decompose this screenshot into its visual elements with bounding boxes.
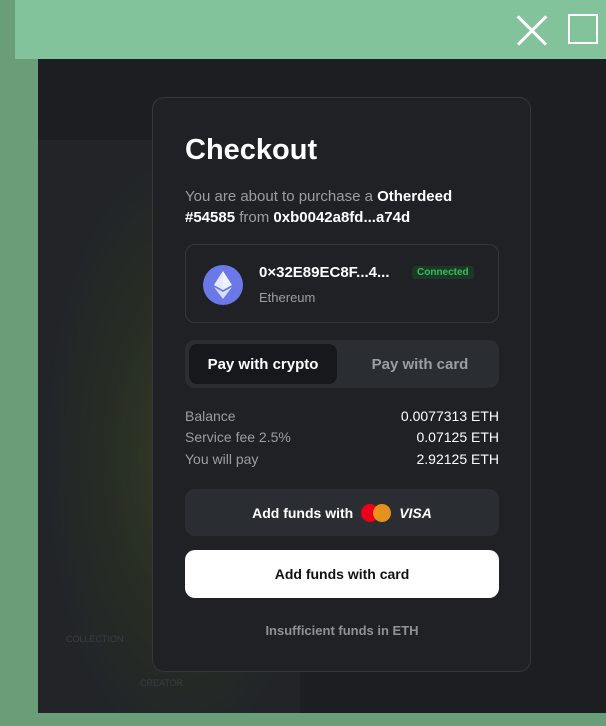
desc-from: from [235,209,274,226]
visa-icon: VISA [399,504,432,521]
summary-value: 2.92125 ETH [416,451,500,467]
summary-value: 0.07125 ETH [416,429,500,445]
insufficient-funds-note: Insufficient funds in ETH [265,623,419,638]
payment-method-toggle: Pay with crypto Pay with card [185,340,499,388]
summary-label: Service fee 2.5% [185,429,291,445]
tab-pay-with-card[interactable]: Pay with card [345,344,495,384]
window-titlebar [15,0,606,59]
summary-value: 0.0077313 ETH [400,408,499,424]
desc-prefix: You are about to purchase a [185,188,378,205]
summary-label: Balance [185,408,236,424]
purchase-description: You are about to purchase a Otherdeed #5… [185,186,485,228]
close-icon[interactable] [515,13,549,47]
background-label: CREATOR [140,678,184,688]
background-label: COLLECTION [66,634,124,644]
summary-label: You will pay [185,451,259,467]
maximize-icon[interactable] [568,14,598,44]
summary-row-balance: Balance 0.0077313 ETH [185,408,499,424]
ethereum-icon [203,265,243,305]
checkout-title: Checkout [185,134,318,166]
summary-row-service-fee: Service fee 2.5% 0.07125 ETH [185,429,499,445]
wallet-card[interactable]: 0×32E89EC8F...4... Connected Ethereum [185,244,499,323]
checkout-modal: Checkout You are about to purchase a Oth… [152,97,531,672]
seller-address: 0xb0042a8fd...a74d [273,209,411,226]
summary-row-total: You will pay 2.92125 ETH [185,451,499,467]
add-funds-label: Add funds with [252,504,354,521]
tab-pay-with-crypto[interactable]: Pay with crypto [189,344,337,384]
add-funds-with-card-button[interactable]: Add funds with card [185,550,499,598]
mastercard-icon [361,503,392,522]
add-funds-button[interactable]: Add funds with VISA [185,489,499,536]
wallet-network: Ethereum [259,290,316,305]
wallet-address: 0×32E89EC8F...4... [259,264,390,281]
status-badge: Connected [412,266,474,279]
